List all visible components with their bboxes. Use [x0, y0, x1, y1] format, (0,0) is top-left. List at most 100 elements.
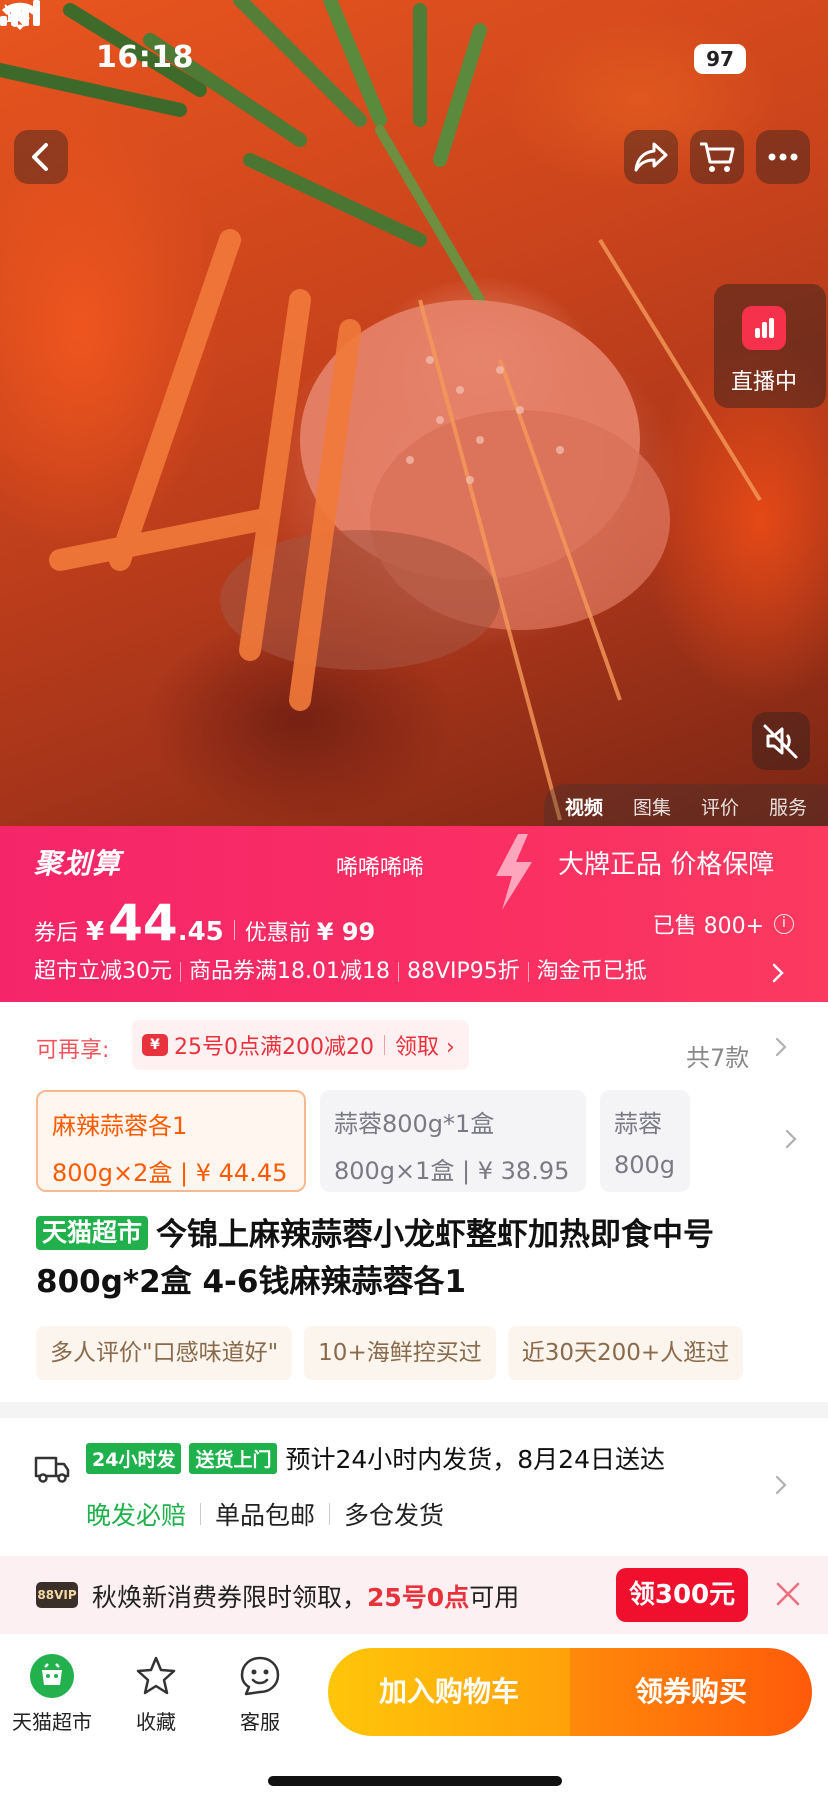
- back-button[interactable]: [14, 130, 68, 184]
- crayfish-photo-drawing: [0, 0, 762, 821]
- delivery-features: 晚发必赔 单品包邮 多仓发货: [86, 1496, 444, 1532]
- 88vip-badge: 88VIP: [36, 1582, 78, 1608]
- mute-button[interactable]: [752, 712, 810, 770]
- benefits-strip[interactable]: 超市立减30元 商品券满18.01减18 88VIP95折 淘金币已抵: [34, 952, 744, 992]
- more-button[interactable]: [756, 130, 810, 184]
- vip-text-part: 秋焕新消费券限时领取，: [92, 1583, 368, 1612]
- sku-option[interactable]: 蒜蓉 800g: [600, 1090, 690, 1192]
- star-icon: [134, 1654, 178, 1698]
- badge-door-delivery: 送货上门: [189, 1442, 278, 1474]
- live-bars-icon: [742, 306, 786, 350]
- sku-name: 蒜蓉800g*1盒: [334, 1110, 495, 1138]
- store-label: 天猫超市: [12, 1710, 92, 1734]
- vip-coupon-banner: 88VIP 秋焕新消费券限时领取，25号0点可用 领300元: [0, 1556, 828, 1634]
- before-discount-label: 优惠前: [244, 921, 311, 946]
- price-row: 券后 ¥ 44 .45 优惠前 ¥ 99: [34, 894, 375, 954]
- highlight-tag[interactable]: 近30天200+人逛过: [507, 1326, 744, 1380]
- after-coupon-label: 券后: [34, 921, 79, 946]
- buy-with-coupon-button[interactable]: 领券购买: [570, 1648, 812, 1736]
- favorite-button[interactable]: 收藏: [108, 1654, 204, 1735]
- highlight-tag[interactable]: 多人评价"口感味道好": [36, 1326, 293, 1380]
- sku-option[interactable]: 蒜蓉800g*1盒 800g×1盒 | ¥ 38.95: [320, 1090, 586, 1192]
- wifi-icon: [2, 2, 38, 30]
- home-indicator: [268, 1776, 562, 1786]
- media-tabs: 视频 图集 评价 服务: [544, 784, 828, 826]
- sku-selector: 麻辣蒜蓉各1 800g×2盒 | ¥ 44.45 蒜蓉800g*1盒 800g×…: [36, 1090, 828, 1194]
- chevron-right-icon[interactable]: [784, 1128, 798, 1150]
- sku-name: 蒜蓉: [614, 1110, 662, 1138]
- sold-count[interactable]: 已售 800+ i: [653, 908, 794, 940]
- product-title: 天猫超市 今锦上麻辣蒜蓉小龙虾整虾加热即食中号800g*2盒 4-6钱麻辣蒜蓉各1: [36, 1212, 796, 1306]
- chevron-right-icon[interactable]: [770, 962, 786, 984]
- price-decimal: .45: [177, 917, 224, 947]
- highlight-tags: 多人评价"口感味道好" 10+海鲜控买过 近30天200+人逛过: [36, 1326, 828, 1380]
- bottom-action-bar: 天猫超市 收藏 客服 加入购物车 领券购买: [0, 1634, 828, 1800]
- badge-24h-ship: 24小时发: [86, 1442, 182, 1474]
- share-icon: [634, 142, 668, 172]
- delivery-card[interactable]: 24小时发 送货上门 预计24小时内发货，8月24日送达 晚发必赔 单品包邮 多…: [0, 1418, 828, 1556]
- benefit-item: 超市立减30元: [34, 959, 172, 984]
- tmall-supermarket-tag: 天猫超市: [36, 1216, 149, 1250]
- sku-total-count[interactable]: 共7款: [686, 1038, 749, 1073]
- sku-option-selected[interactable]: 麻辣蒜蓉各1 800g×2盒 | ¥ 44.45: [36, 1090, 306, 1192]
- more-dots-icon: [768, 153, 798, 161]
- status-bar: 16:18 97: [0, 0, 828, 120]
- share-button[interactable]: [624, 130, 678, 184]
- currency-symbol: ¥: [86, 917, 105, 947]
- benefit-item: 商品券满18.01减18: [189, 959, 390, 984]
- sku-spec-price: 800g×1盒 | ¥ 38.95: [334, 1157, 570, 1185]
- customer-service-icon: [238, 1654, 282, 1698]
- cart-button[interactable]: [690, 130, 744, 184]
- price-integer: 44: [108, 894, 178, 952]
- juhuasuan-promo-band[interactable]: 聚划算 唏唏唏唏 大牌正品 价格保障 券后 ¥ 44 .45 优惠前 ¥ 99 …: [0, 826, 828, 1002]
- store-button[interactable]: 天猫超市: [4, 1654, 100, 1735]
- multi-warehouse: 多仓发货: [344, 1501, 445, 1530]
- add-to-cart-button[interactable]: 加入购物车: [328, 1648, 570, 1736]
- battery-indicator: 97: [694, 44, 746, 74]
- truck-icon: [34, 1456, 70, 1483]
- delivery-estimate-line: 24小时发 送货上门 预计24小时内发货，8月24日送达: [86, 1440, 665, 1476]
- late-compensation: 晚发必赔: [86, 1501, 187, 1530]
- lightning-bolt-icon: [496, 834, 532, 910]
- benefit-item: 88VIP95折: [406, 959, 520, 984]
- highlight-tag[interactable]: 10+海鲜控买过: [304, 1326, 496, 1380]
- sku-spec-price: 800g: [614, 1151, 676, 1179]
- live-stream-button[interactable]: 直播中: [714, 284, 826, 408]
- chevron-right-icon[interactable]: [774, 1474, 788, 1496]
- sku-name: 麻辣蒜蓉各1: [52, 1112, 188, 1140]
- promo-slogan: 唏唏唏唏: [336, 856, 425, 881]
- juhuasuan-logo: 聚划算: [34, 847, 122, 880]
- live-label: 直播中: [730, 370, 797, 395]
- delivery-estimate: 预计24小时内发货，8月24日送达: [285, 1445, 665, 1474]
- vip-banner-text: 秋焕新消费券限时领取，25号0点可用: [92, 1578, 519, 1614]
- info-icon: i: [774, 914, 794, 934]
- product-hero-image[interactable]: 16:18 97 直播中 视频 图集 评价 服务: [0, 0, 828, 826]
- sold-count-text: 已售 800+: [652, 914, 764, 939]
- vip-text-part: 可用: [469, 1583, 520, 1612]
- customer-service-button[interactable]: 客服: [212, 1654, 308, 1735]
- claim-coupon-link[interactable]: 领取 ›: [395, 1029, 455, 1061]
- tab-service[interactable]: 服务: [769, 793, 807, 820]
- vip-text-highlight: 25号0点: [367, 1583, 470, 1612]
- benefit-item: 淘金币已抵: [536, 959, 647, 984]
- speaker-muted-icon: [763, 724, 798, 759]
- close-icon[interactable]: [774, 1580, 802, 1608]
- coupon-text: 25号0点满200减20: [174, 1035, 374, 1060]
- original-price: ¥ 99: [316, 918, 376, 946]
- coupon-icon: ¥: [142, 1034, 168, 1056]
- status-time: 16:18: [96, 40, 194, 75]
- tab-video[interactable]: 视频: [565, 793, 603, 820]
- free-shipping: 单品包邮: [215, 1501, 316, 1530]
- tab-gallery[interactable]: 图集: [633, 793, 671, 820]
- favorite-label: 收藏: [136, 1710, 176, 1734]
- shopping-cart-icon: [700, 142, 735, 172]
- product-info-card: 可再享: ¥ 25号0点满200减20 领取 › 麻辣蒜蓉各1 800g×2盒 …: [0, 1002, 828, 1402]
- customer-service-label: 客服: [240, 1710, 280, 1734]
- chevron-right-icon[interactable]: [774, 1036, 788, 1058]
- sku-spec-price: 800g×2盒 | ¥ 44.45: [52, 1159, 288, 1187]
- claim-300-button[interactable]: 领300元: [616, 1568, 748, 1622]
- divider: [233, 920, 235, 940]
- extra-benefit-label: 可再享:: [36, 1038, 110, 1063]
- coupon-claim-pill[interactable]: ¥ 25号0点满200减20 领取 ›: [132, 1020, 469, 1070]
- tab-reviews[interactable]: 评价: [701, 793, 739, 820]
